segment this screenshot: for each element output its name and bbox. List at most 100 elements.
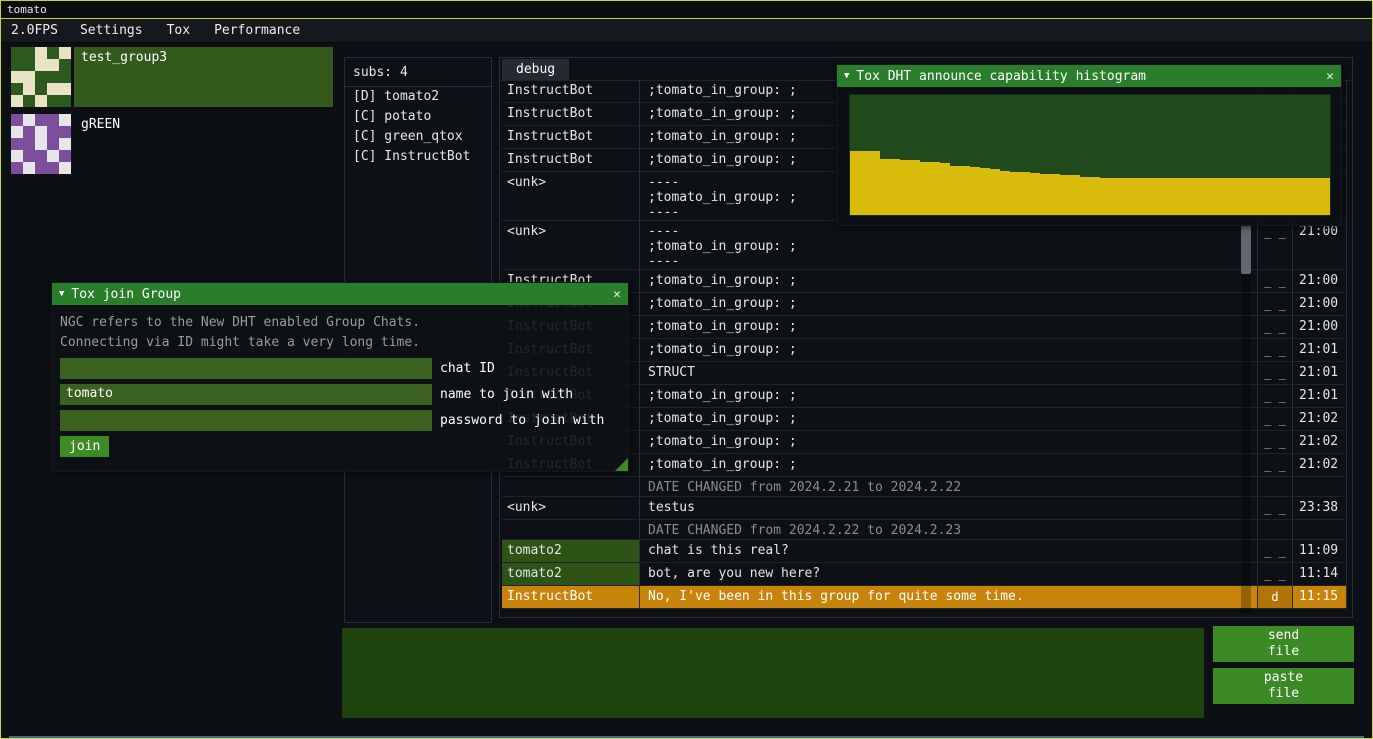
histogram-plot <box>849 94 1331 216</box>
contact-row-green[interactable]: gREEN <box>11 114 333 174</box>
resize-grip[interactable] <box>615 458 628 471</box>
histogram-bar <box>1040 174 1050 215</box>
histogram-bar <box>1280 178 1290 215</box>
histogram-bar <box>1260 178 1270 215</box>
histogram-bar <box>1120 178 1130 215</box>
histogram-bar <box>880 159 890 215</box>
histogram-bar <box>1170 178 1180 215</box>
join-password-label: password to join with <box>440 413 604 428</box>
chat-system-row[interactable]: DATE CHANGED from 2024.2.21 to 2024.2.22 <box>502 477 1347 497</box>
menu-items: SettingsToxPerformance <box>68 23 312 38</box>
histogram-bar <box>1270 178 1280 215</box>
chat-flags: _ _ <box>1257 293 1292 315</box>
histogram-bar <box>1110 178 1120 215</box>
chat-flags: _ _ <box>1257 385 1292 407</box>
histogram-bar <box>950 166 960 215</box>
chat-flags: _ _ <box>1257 540 1292 562</box>
compose-input[interactable] <box>342 628 1204 718</box>
histogram-bar <box>1310 178 1320 215</box>
members-header: subs: 4 <box>345 58 491 87</box>
chat-name: InstructBot <box>502 126 639 148</box>
chat-flags: _ _ <box>1257 316 1292 338</box>
send-file-button[interactable]: send file <box>1213 626 1354 662</box>
close-icon[interactable]: ✕ <box>613 287 621 302</box>
menu-item-performance[interactable]: Performance <box>202 23 312 38</box>
join-group-window-titlebar[interactable]: ▼ Tox join Group ✕ <box>52 283 628 305</box>
dht-histogram-window-body <box>837 87 1341 225</box>
chat-time: 11:15 <box>1292 586 1347 608</box>
dht-histogram-window-titlebar[interactable]: ▼ Tox DHT announce capability histogram … <box>837 65 1341 87</box>
join-info-line2: Connecting via ID might take a very long… <box>60 333 620 353</box>
app-window: tomato 2.0FPS SettingsToxPerformance tes… <box>0 0 1373 739</box>
chat-system-row[interactable]: DATE CHANGED from 2024.2.22 to 2024.2.23 <box>502 520 1347 540</box>
histogram-bar <box>1190 178 1200 215</box>
chat-time: 23:38 <box>1292 497 1347 519</box>
histogram-bar <box>960 166 970 215</box>
histogram-bar <box>1290 178 1300 215</box>
histogram-bar <box>980 168 990 215</box>
chat-flags: _ _ <box>1257 454 1292 476</box>
chat-name: InstructBot <box>502 103 639 125</box>
chat-time <box>1292 520 1347 539</box>
menu-item-settings[interactable]: Settings <box>68 23 155 38</box>
chat-flags <box>1257 520 1292 539</box>
close-icon[interactable]: ✕ <box>1326 69 1334 84</box>
chat-scrollbar-thumb[interactable] <box>1241 224 1251 274</box>
chat-message: DATE CHANGED from 2024.2.21 to 2024.2.22 <box>639 477 1257 496</box>
histogram-bar <box>930 162 940 215</box>
chat-time: 21:02 <box>1292 408 1347 430</box>
join-name-input[interactable]: tomato <box>60 384 432 405</box>
chat-message-row[interactable]: <unk>----;tomato_in_group: ;----_ _21:00 <box>502 221 1347 270</box>
chat-message: ;tomato_in_group: ; <box>639 293 1257 315</box>
chat-flags: _ _ <box>1257 270 1292 292</box>
member-item[interactable]: [C] green_qtox <box>345 127 491 147</box>
member-item[interactable]: [C] potato <box>345 107 491 127</box>
chat-message: ----;tomato_in_group: ;---- <box>639 221 1257 269</box>
chat-message-row[interactable]: tomato2chat is this real?_ _11:09 <box>502 540 1347 563</box>
menu-item-tox[interactable]: Tox <box>155 23 202 38</box>
contact-row-test_group3[interactable]: test_group3 <box>11 47 333 107</box>
window-resize-edge[interactable] <box>9 736 1364 738</box>
member-item[interactable]: [C] InstructBot <box>345 147 491 167</box>
histogram-bar <box>1250 178 1260 215</box>
chat-id-label: chat ID <box>440 361 495 376</box>
contact-label: test_group3 <box>74 47 333 107</box>
chat-flags: _ _ <box>1257 339 1292 361</box>
collapse-icon[interactable]: ▼ <box>59 289 64 299</box>
chat-id-input[interactable] <box>60 358 432 379</box>
chat-message-row[interactable]: tomato2bot, are you new here?_ _11:14 <box>502 563 1347 586</box>
join-button[interactable]: join <box>60 436 109 457</box>
histogram-bar <box>990 169 1000 215</box>
join-password-input[interactable] <box>60 410 432 431</box>
tab-debug[interactable]: debug <box>502 59 569 80</box>
dht-histogram-window-title: Tox DHT announce capability histogram <box>856 69 1146 84</box>
chat-message: bot, are you new here? <box>639 563 1257 585</box>
histogram-bar <box>1030 173 1040 215</box>
members-list: [D] tomato2[C] potato[C] green_qtox[C] I… <box>345 87 491 167</box>
member-item[interactable]: [D] tomato2 <box>345 87 491 107</box>
histogram-bar <box>1240 178 1250 215</box>
chat-message: ;tomato_in_group: ; <box>639 408 1257 430</box>
join-group-window: ▼ Tox join Group ✕ NGC refers to the New… <box>51 282 629 472</box>
chat-message: testus <box>639 497 1257 519</box>
histogram-bar <box>1160 178 1170 215</box>
collapse-icon[interactable]: ▼ <box>844 71 849 81</box>
histogram-bar <box>1210 178 1220 215</box>
histogram-bar <box>1230 178 1240 215</box>
window-title: tomato <box>7 3 47 16</box>
histogram-bar <box>1180 178 1190 215</box>
window-titlebar[interactable]: tomato <box>1 1 1372 19</box>
chat-name: tomato2 <box>502 540 639 562</box>
histogram-bar <box>1220 178 1230 215</box>
histogram-bar <box>1070 175 1080 215</box>
chat-name: InstructBot <box>502 586 639 608</box>
chat-flags: _ _ <box>1257 497 1292 519</box>
chat-message-row[interactable]: InstructBotNo, I've been in this group f… <box>502 586 1347 609</box>
chat-time: 21:01 <box>1292 362 1347 384</box>
paste-file-button[interactable]: paste file <box>1213 668 1354 704</box>
join-name-label: name to join with <box>440 387 573 402</box>
histogram-bar <box>1010 172 1020 215</box>
chat-message-row[interactable]: <unk>testus_ _23:38 <box>502 497 1347 520</box>
chat-name <box>502 520 639 539</box>
chat-time <box>1292 477 1347 496</box>
